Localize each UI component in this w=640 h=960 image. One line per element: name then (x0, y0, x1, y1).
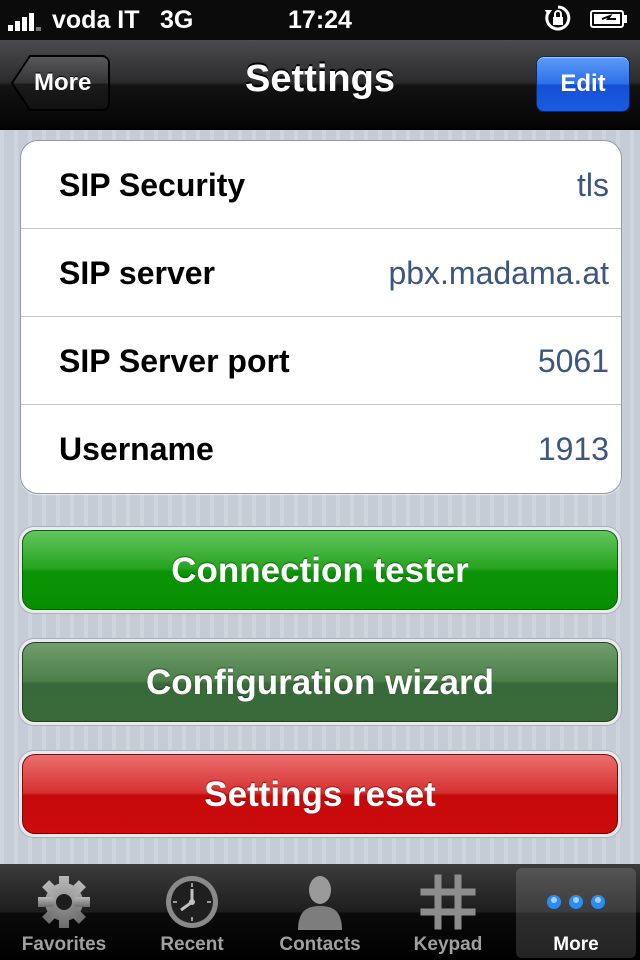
setting-row-sip-security[interactable]: SIP Security tls (21, 141, 621, 229)
tab-label: More (553, 934, 599, 955)
configuration-wizard-label: Configuration wizard (22, 642, 618, 722)
setting-value: pbx.madama.at (388, 255, 609, 291)
settings-reset-label: Settings reset (22, 754, 618, 834)
configuration-wizard-button[interactable]: Configuration wizard (18, 638, 622, 726)
status-bar: voda IT 3G 17:24 (0, 0, 640, 40)
rotation-lock-icon (545, 5, 571, 31)
person-icon (298, 876, 342, 930)
battery-icon (590, 10, 627, 28)
setting-value: tls (577, 167, 609, 203)
tab-label: Keypad (413, 934, 483, 955)
setting-row-sip-server[interactable]: SIP server pbx.madama.at (21, 229, 621, 317)
hash-icon (420, 874, 476, 930)
settings-reset-button[interactable]: Settings reset (18, 750, 622, 838)
tab-favorites[interactable]: Favorites (0, 864, 128, 960)
edit-button[interactable]: Edit (536, 56, 630, 112)
gear-icon (38, 876, 90, 928)
setting-value: 1913 (537, 431, 609, 467)
tab-label: Favorites (21, 934, 107, 955)
setting-label: SIP server (59, 255, 215, 291)
tab-recent[interactable]: Recent (128, 864, 256, 960)
setting-label: Username (59, 431, 214, 467)
setting-row-username[interactable]: Username 1913 (21, 405, 621, 492)
tab-contacts[interactable]: Contacts (256, 864, 384, 960)
connection-tester-label: Connection tester (22, 530, 618, 610)
setting-label: SIP Server port (59, 343, 290, 379)
tab-keypad[interactable]: Keypad (384, 864, 512, 960)
navigation-bar: More Settings Edit (0, 40, 640, 130)
settings-table: SIP Security tls SIP server pbx.madama.a… (20, 140, 622, 494)
connection-tester-button[interactable]: Connection tester (18, 526, 622, 614)
clock-icon (166, 876, 218, 928)
setting-label: SIP Security (59, 167, 246, 203)
tab-bar: Favorites Recent Contacts Keypad More (0, 864, 640, 960)
more-dots-icon (547, 895, 605, 909)
tab-label: Contacts (279, 934, 361, 955)
tab-label: Recent (160, 934, 224, 955)
tab-more[interactable]: More (516, 868, 636, 958)
setting-row-sip-server-port[interactable]: SIP Server port 5061 (21, 317, 621, 405)
setting-value: 5061 (537, 343, 609, 379)
